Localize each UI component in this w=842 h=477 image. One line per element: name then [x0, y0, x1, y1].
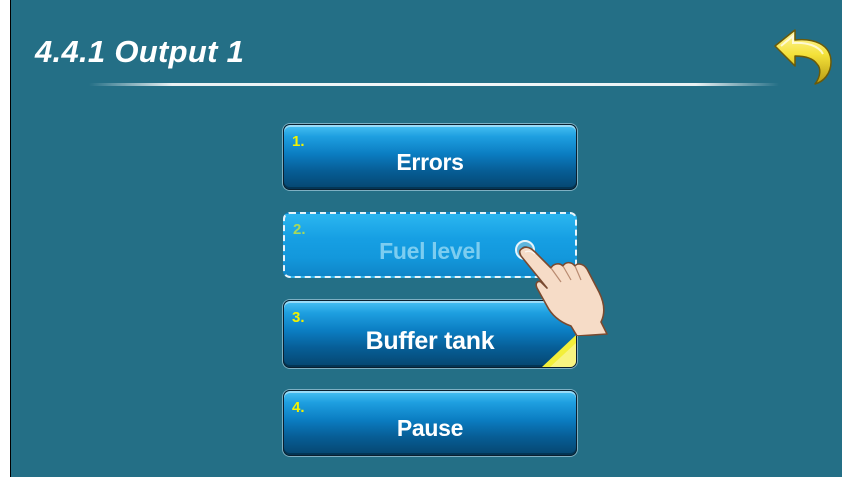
menu-item-label: Fuel level [379, 238, 481, 264]
page-title: 4.4.1 Output 1 [35, 34, 245, 69]
menu-item-number: 1. [292, 133, 305, 150]
menu-item-label: Buffer tank [365, 327, 495, 355]
corner-highlight-icon [542, 335, 576, 367]
screen: 4.4.1 Output 1 1. Errors 2. Fuel level 3… [10, 0, 842, 477]
menu-item-pause[interactable]: 4. Pause [283, 390, 577, 456]
title-divider [89, 83, 779, 86]
menu-item-number: 4. [292, 399, 305, 416]
back-button[interactable] [771, 24, 837, 86]
menu-item-label: Pause [396, 415, 464, 441]
menu-item-number: 3. [292, 309, 305, 326]
menu-item-buffer-tank[interactable]: 3. Buffer tank [283, 300, 577, 368]
back-arrow-icon [774, 29, 832, 85]
menu-item-errors[interactable]: 1. Errors [283, 124, 577, 190]
menu-item-fuel-level[interactable]: 2. Fuel level [283, 212, 577, 278]
menu-item-label: Errors [396, 149, 464, 175]
menu-item-number: 2. [293, 221, 306, 238]
